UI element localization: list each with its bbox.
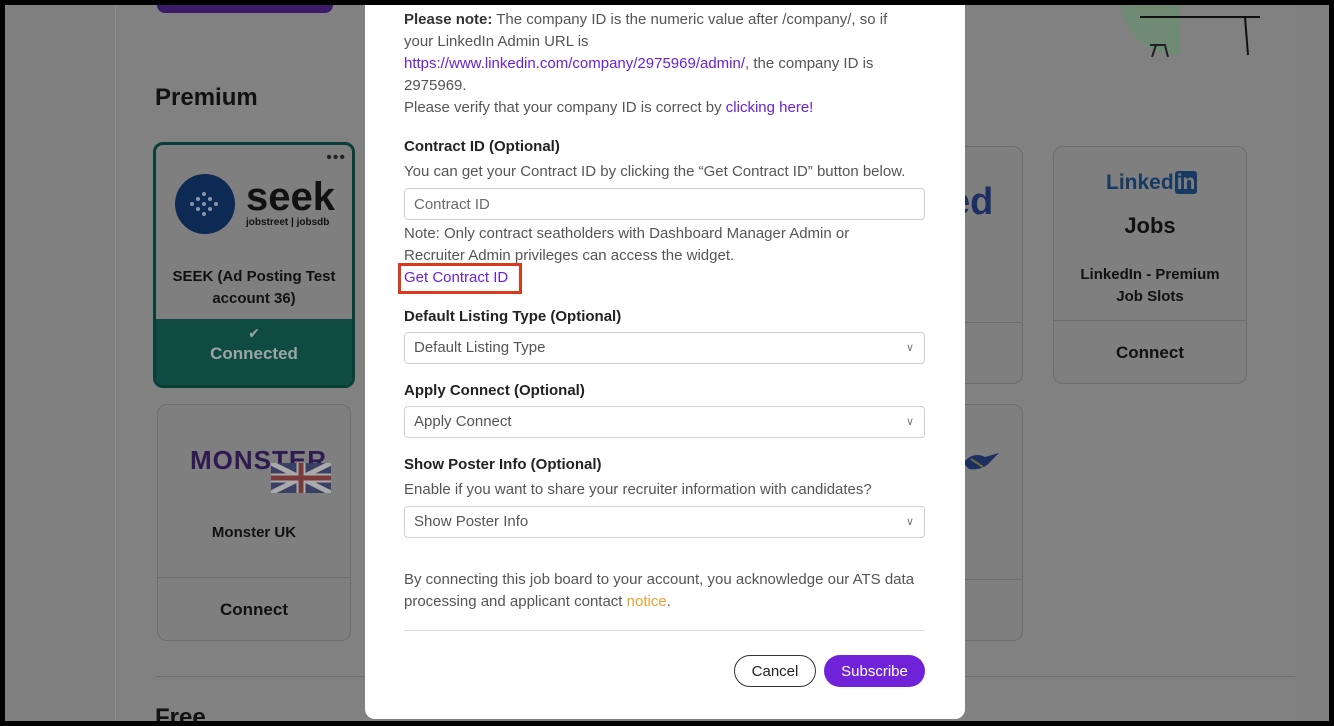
chevron-down-icon: ∨ xyxy=(905,516,914,528)
poster-info-label: Show Poster Info (Optional) xyxy=(404,456,602,473)
consent-end: . xyxy=(666,593,671,610)
seek-connected-status: ✔ Connected xyxy=(156,319,352,385)
verify-text: Please verify that your company ID is co… xyxy=(404,99,726,116)
chevron-down-icon: ∨ xyxy=(905,416,914,428)
linkedin-subscribe-modal: Please note: The company ID is the numer… xyxy=(365,0,965,719)
company-id-note: Please note: The company ID is the numer… xyxy=(404,9,934,119)
top-button-fragment xyxy=(157,5,333,13)
connected-label: Connected xyxy=(210,344,298,363)
linkedin-logo: Linked in xyxy=(1106,171,1198,195)
free-section-title: Free xyxy=(155,704,206,726)
verify-company-link[interactable]: clicking here! xyxy=(726,99,814,116)
seek-card[interactable]: ••• seek jobstreet | jobsdb SEEK (Ad Pos… xyxy=(153,142,355,388)
bird-logo-icon xyxy=(963,453,999,470)
check-circle-icon: ✔ xyxy=(248,325,260,341)
contract-note-line-1: Note: Only contract seatholders with Das… xyxy=(404,225,850,242)
apply-connect-value: Apply Connect xyxy=(414,413,512,430)
linkedin-logo-text: Linked xyxy=(1106,171,1174,194)
seek-card-name: SEEK (Ad Posting Test account 36) xyxy=(172,268,336,307)
poster-info-value: Show Poster Info xyxy=(414,513,529,530)
modal-divider xyxy=(404,630,925,631)
monster-connect-button[interactable]: Connect xyxy=(158,577,350,640)
monster-card[interactable]: MONSTER Monster UK Connect xyxy=(157,404,351,641)
consent-line-2: processing and applicant contact xyxy=(404,593,627,610)
desk-illustration xyxy=(1120,5,1260,57)
subscribe-button[interactable]: Subscribe xyxy=(824,655,925,687)
linkedin-card-name: LinkedIn - Premium Job Slots xyxy=(1080,266,1220,305)
linkedin-connect-button[interactable]: Connect xyxy=(1054,320,1246,383)
seek-logo-text: seek xyxy=(246,175,335,219)
linkedin-in-badge: in xyxy=(1174,171,1198,194)
contract-id-input[interactable] xyxy=(404,188,925,220)
apply-connect-label: Apply Connect (Optional) xyxy=(404,382,585,399)
contract-id-label: Contract ID (Optional) xyxy=(404,138,560,155)
linkedin-admin-url-link[interactable]: https://www.linkedin.com/company/2975969… xyxy=(404,55,745,72)
listing-type-label: Default Listing Type (Optional) xyxy=(404,308,622,325)
contract-note: Note: Only contract seatholders with Das… xyxy=(404,223,849,267)
consent-text: By connecting this job board to your acc… xyxy=(404,569,914,613)
monster-card-name: Monster UK xyxy=(211,524,297,541)
contract-id-help: You can get your Contract ID by clicking… xyxy=(404,163,906,180)
poster-info-help: Enable if you want to share your recruit… xyxy=(404,481,872,498)
premium-section-title: Premium xyxy=(155,84,258,111)
chevron-down-icon: ∨ xyxy=(905,342,914,354)
linkedin-card[interactable]: Linked in Jobs LinkedIn - Premium Job Slo… xyxy=(1053,146,1247,384)
apply-connect-select[interactable]: Apply Connect ∨ xyxy=(404,406,925,438)
note-line-3: , the company ID is xyxy=(745,55,874,72)
get-contract-id-link[interactable]: Get Contract ID xyxy=(404,267,508,289)
consent-line-1: By connecting this job board to your acc… xyxy=(404,571,915,588)
linkedin-jobs-text: Jobs xyxy=(1124,213,1176,238)
note-bold: Please note: xyxy=(404,11,493,28)
note-line-2: your LinkedIn Admin URL is xyxy=(404,33,589,50)
cancel-button[interactable]: Cancel xyxy=(734,655,816,687)
poster-info-select[interactable]: Show Poster Info ∨ xyxy=(404,506,925,538)
notice-link[interactable]: notice xyxy=(627,593,667,610)
seek-logo-sub: jobstreet | jobsdb xyxy=(246,217,330,228)
uk-flag-icon xyxy=(271,463,331,493)
listing-type-value: Default Listing Type xyxy=(414,339,546,356)
more-options-icon[interactable]: ••• xyxy=(326,149,346,167)
note-line-1: The company ID is the numeric value afte… xyxy=(492,11,888,28)
listing-type-select[interactable]: Default Listing Type ∨ xyxy=(404,332,925,364)
seek-logo-icon xyxy=(175,174,235,234)
note-line-4: 2975969. xyxy=(404,77,467,94)
